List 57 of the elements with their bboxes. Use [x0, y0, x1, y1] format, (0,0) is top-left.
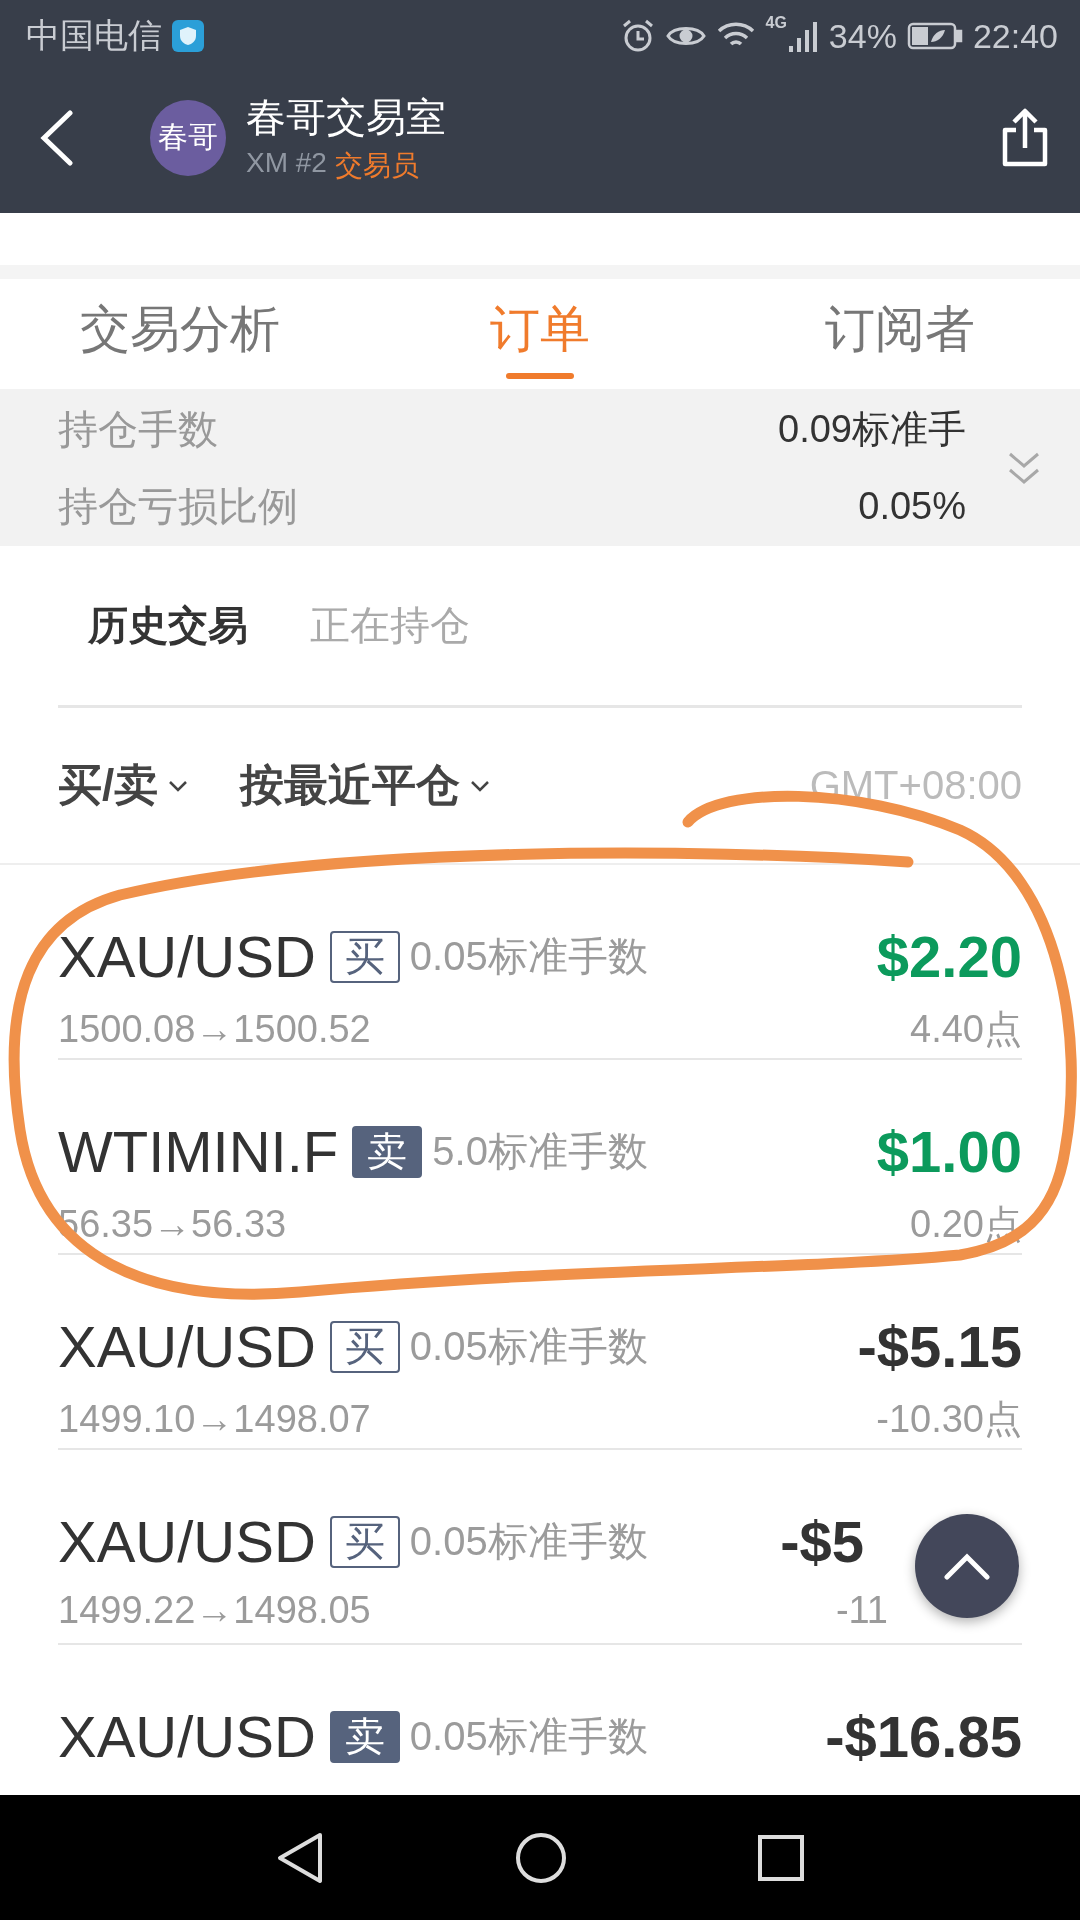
battery-icon — [906, 22, 963, 50]
trade-symbol: WTIMINI.F — [58, 1118, 339, 1185]
points-value: -11 — [835, 1589, 888, 1632]
profit-amount: -$5.15 — [857, 1313, 1022, 1380]
subtab[interactable]: 历史交易 — [88, 598, 248, 653]
profit-amount: -$16.85 — [825, 1703, 1022, 1770]
trade-symbol: XAU/USD — [58, 1508, 316, 1575]
back-icon[interactable] — [40, 109, 74, 166]
trade-symbol: XAU/USD — [58, 923, 316, 990]
side-tag: 买 — [329, 930, 400, 983]
summary-value: 0.05% — [858, 484, 966, 528]
tab[interactable]: 交易分析 — [0, 279, 360, 389]
caret-icon — [470, 779, 491, 792]
chevron-up-icon — [943, 1552, 991, 1580]
home-icon[interactable] — [515, 1831, 567, 1884]
back-icon[interactable] — [275, 1831, 324, 1884]
caret-icon — [168, 779, 189, 792]
trade-lots: 0.05标准手数 — [409, 1713, 648, 1760]
signal-icon — [788, 20, 819, 52]
price-range: 1500.08→1500.52 — [58, 1008, 371, 1051]
tab[interactable]: 订阅者 — [720, 279, 1080, 389]
points-value: 4.40点 — [910, 1007, 1022, 1052]
side-tag: 买 — [329, 1515, 400, 1568]
summary-value: 0.09标准手 — [778, 406, 966, 452]
side-tag: 买 — [329, 1320, 400, 1373]
trade-lots: 0.05标准手数 — [409, 1518, 648, 1565]
trade-row[interactable]: XAU/USD 买 0.05标准手数 -$5.15 1499.10→1498.07 -10.30点 — [58, 1255, 1022, 1450]
profit-amount: -$5 — [780, 1508, 864, 1575]
battery-percent: 34% — [828, 16, 897, 56]
trade-lots: 0.05标准手数 — [409, 933, 648, 980]
filter-dropdown[interactable]: 买/卖 — [58, 756, 189, 815]
carrier-name: 中国电信 — [26, 15, 162, 56]
shield-icon — [172, 20, 204, 52]
clock-time: 22:40 — [972, 16, 1058, 56]
summary-label: 持仓手数 — [58, 405, 218, 453]
side-tag: 卖 — [352, 1125, 423, 1178]
role-label: 交易员 — [334, 149, 419, 183]
side-tag: 卖 — [329, 1710, 400, 1763]
price-range: 1499.22→1498.05 — [58, 1589, 371, 1632]
profit-amount: $2.20 — [876, 923, 1022, 990]
profit-amount: $1.00 — [876, 1118, 1022, 1185]
summary-label: 持仓亏损比例 — [58, 482, 298, 530]
points-value: -10.30点 — [876, 1397, 1022, 1442]
price-range: 1499.10→1498.07 — [58, 1398, 371, 1441]
room-title: 春哥交易室 — [246, 94, 446, 141]
trade-lots: 5.0标准手数 — [432, 1128, 648, 1175]
recents-icon[interactable] — [758, 1834, 805, 1881]
trade-lots: 0.05标准手数 — [409, 1323, 648, 1370]
avatar: 春哥 — [150, 99, 226, 176]
trade-symbol: XAU/USD — [58, 1703, 316, 1770]
trade-symbol: XAU/USD — [58, 1313, 316, 1380]
share-icon[interactable] — [1000, 107, 1050, 168]
scroll-top-button[interactable] — [915, 1514, 1019, 1618]
account-label: XM #2 — [246, 147, 327, 180]
trade-row[interactable]: XAU/USD 买 0.05标准手数 $2.20 1500.08→1500.52 4.40点 — [58, 865, 1022, 1060]
filter-dropdown[interactable]: 按最近平仓 — [240, 756, 491, 815]
network-type: 4G — [765, 14, 787, 32]
